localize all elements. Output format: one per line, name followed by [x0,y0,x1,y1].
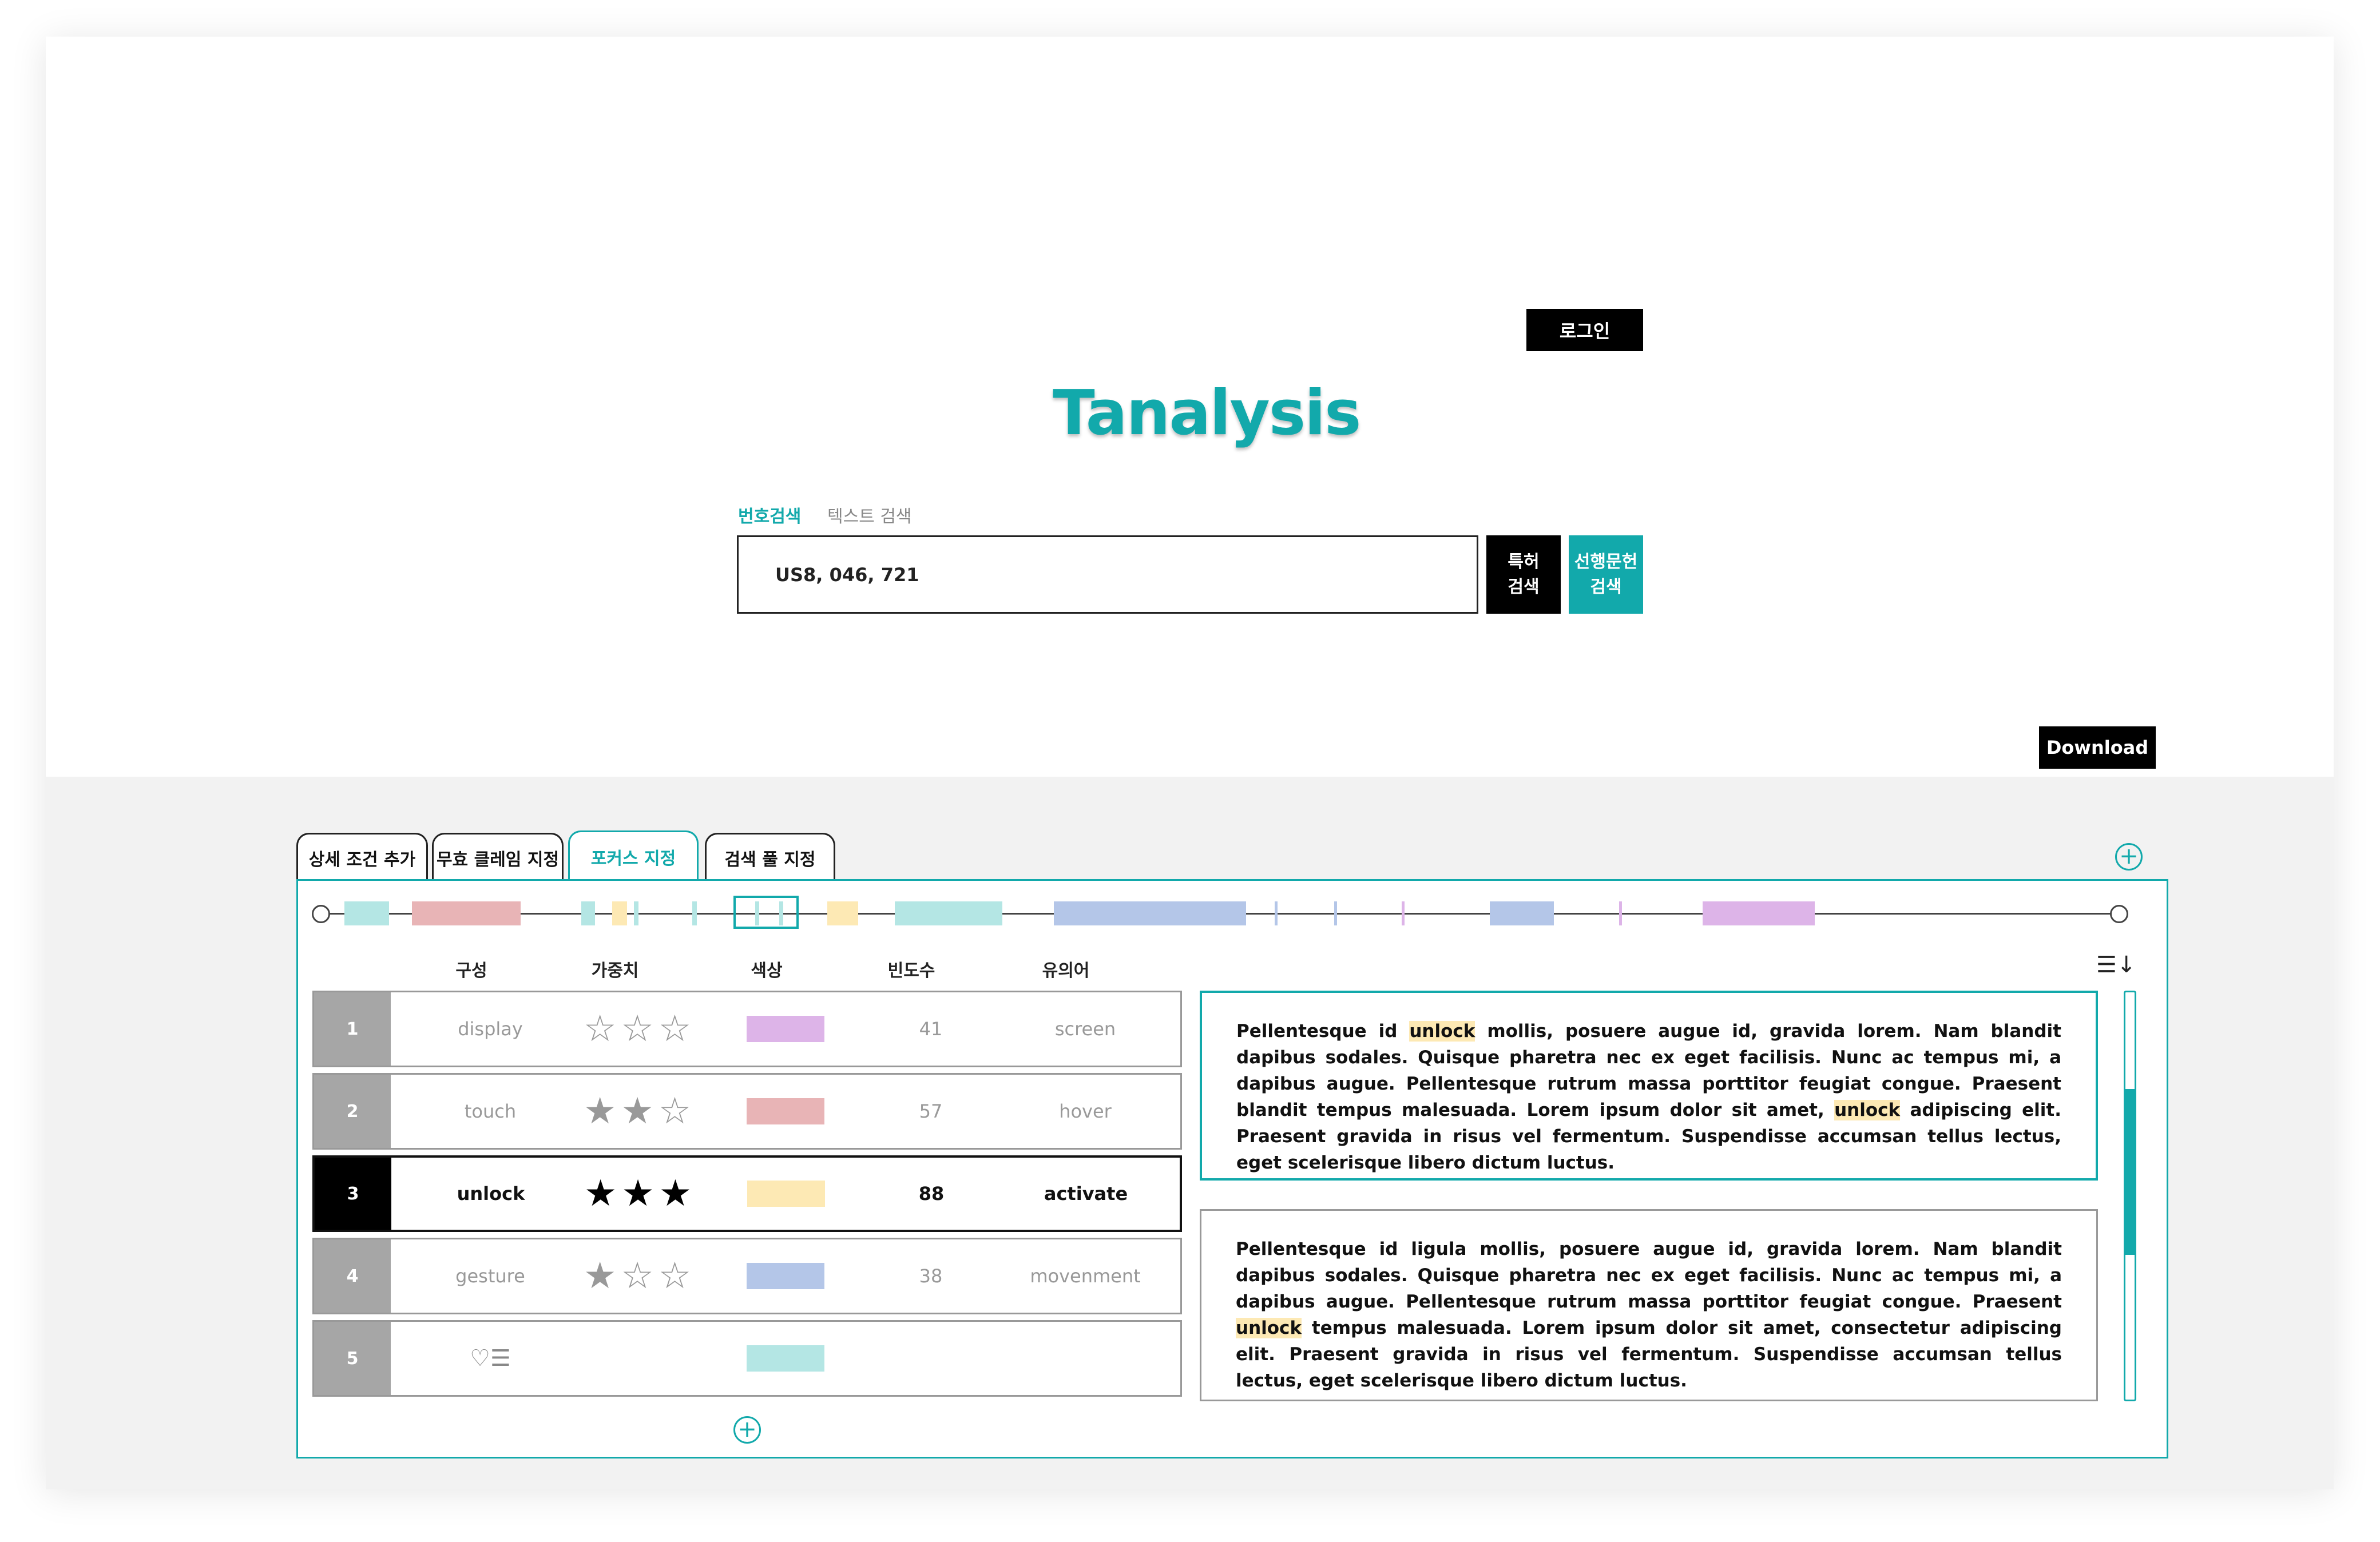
row-color[interactable] [711,1239,860,1313]
timeline-segment [581,901,595,925]
tab-invalid-claim[interactable]: 무효 클레임 지정 [432,833,564,881]
row-weight-stars[interactable]: ★ ★ ★ [561,1158,715,1230]
color-swatch[interactable] [747,1263,824,1289]
row-term: gesture [455,1265,525,1287]
color-swatch[interactable] [747,1345,824,1372]
row-color[interactable] [712,1158,860,1230]
row-number: 1 [314,992,391,1066]
row-term: unlock [457,1183,525,1205]
star-filled-icon[interactable]: ★ [659,1175,692,1212]
star-empty-icon[interactable]: ☆ [659,1011,691,1047]
column-header-color: 색상 [751,961,783,981]
timeline-marker [755,901,759,925]
heart-list-icon[interactable]: ♡☰ [416,1322,565,1395]
scrollbar-thumb[interactable] [2124,1089,2136,1255]
snippet-text: Pellentesque id ligula mollis, posuere a… [1236,1239,2062,1312]
star-filled-icon[interactable]: ★ [621,1093,653,1130]
star-filled-icon[interactable]: ★ [584,1093,616,1130]
patent-number-input[interactable]: US8, 046, 721 [737,535,1478,614]
snippet-text: tempus malesuada. Lorem ipsum dolor sit … [1236,1318,2062,1391]
login-button[interactable]: 로그인 [1526,309,1643,351]
highlighted-keyword: unlock [1409,1021,1475,1042]
text-snippet-selected[interactable]: Pellentesque id unlock mollis, posuere a… [1200,991,2098,1181]
timeline-marker [692,901,697,925]
column-header-term: 구성 [455,961,487,981]
row-weight-stars[interactable]: ★ ☆ ☆ [560,1239,715,1313]
timeline-focus-window[interactable] [733,896,799,929]
highlighted-keyword: unlock [1236,1318,1302,1338]
row-term: touch [464,1100,517,1122]
row-color[interactable] [711,1075,860,1148]
tab-search-pool[interactable]: 검색 풀 지정 [705,833,835,881]
row-frequency: 57 [919,1100,943,1122]
table-row[interactable]: 5 ♡☰ [312,1320,1182,1397]
star-filled-icon[interactable]: ★ [621,1175,654,1212]
timeline-marker [1275,901,1278,925]
row-frequency: 41 [919,1018,943,1040]
add-row-icon[interactable]: + [733,1416,761,1444]
prior-art-search-button[interactable]: 선행문헌 검색 [1569,535,1643,614]
table-row[interactable]: 4 gesture ★ ☆ ☆ 38 movenment [312,1238,1182,1314]
timeline-end-handle[interactable] [2110,905,2128,923]
row-frequency: 88 [918,1183,945,1205]
row-number: 3 [315,1158,391,1230]
timeline-marker [1619,901,1622,925]
column-header-frequency: 빈도수 [887,961,935,981]
star-filled-icon[interactable]: ★ [584,1175,617,1212]
timeline-segment [827,901,858,925]
download-button[interactable]: Download [2039,726,2156,769]
star-empty-icon[interactable]: ☆ [659,1093,691,1130]
column-header-synonym: 유의어 [1042,961,1090,981]
timeline-marker [1334,901,1337,925]
color-swatch[interactable] [747,1181,825,1207]
timeline-segment [1490,901,1554,925]
row-synonym: movenment [1030,1265,1141,1287]
row-synonym: activate [1044,1183,1128,1205]
row-number: 4 [314,1239,391,1313]
row-color[interactable] [711,992,860,1066]
timeline-segment [1054,901,1246,925]
tab-add-detail-conditions[interactable]: 상세 조건 추가 [296,833,428,881]
row-color[interactable] [711,1322,860,1395]
table-row[interactable]: 1 display ☆ ☆ ☆ 41 screen [312,991,1182,1067]
timeline-segment [344,901,389,925]
timeline-segment [612,901,627,925]
timeline-segment [412,901,521,925]
row-term: display [458,1018,523,1040]
color-swatch[interactable] [747,1098,824,1124]
row-number: 5 [314,1322,391,1395]
timeline-start-handle[interactable] [312,905,330,923]
tab-text-search[interactable]: 텍스트 검색 [827,502,912,527]
star-empty-icon[interactable]: ☆ [621,1258,653,1294]
star-filled-icon[interactable]: ★ [584,1258,616,1294]
timeline-marker [1402,901,1405,925]
row-frequency: 38 [919,1265,943,1287]
table-row[interactable]: 2 touch ★ ★ ☆ 57 hover [312,1073,1182,1150]
color-swatch[interactable] [747,1016,824,1042]
timeline-marker [634,901,638,925]
row-weight-stars[interactable]: ★ ★ ☆ [560,1075,715,1148]
timeline-segment [895,901,1002,925]
row-number: 2 [314,1075,391,1148]
tab-focus[interactable]: 포커스 지정 [568,830,699,881]
column-header-weight: 가중치 [591,961,639,981]
timeline-segment [1703,901,1815,925]
row-synonym: hover [1059,1100,1112,1122]
star-empty-icon[interactable]: ☆ [659,1258,691,1294]
timeline-marker [779,901,783,925]
add-tab-icon[interactable]: + [2115,843,2143,871]
row-synonym: screen [1054,1018,1116,1040]
snippet-text: Pellentesque id [1236,1021,1410,1042]
sort-icon[interactable]: ☰↓ [2096,952,2136,978]
patent-search-button[interactable]: 특허 검색 [1486,535,1561,614]
highlighted-keyword: unlock [1834,1100,1901,1120]
table-row-selected[interactable]: 3 unlock ★ ★ ★ 88 activate [312,1155,1182,1232]
tab-number-search[interactable]: 번호검색 [738,502,801,527]
text-snippet[interactable]: Pellentesque id ligula mollis, posuere a… [1200,1209,2098,1401]
row-weight-stars[interactable]: ☆ ☆ ☆ [560,992,715,1066]
app-logo: Tanalysis [1053,377,1361,449]
star-empty-icon[interactable]: ☆ [621,1011,653,1047]
star-empty-icon[interactable]: ☆ [584,1011,616,1047]
